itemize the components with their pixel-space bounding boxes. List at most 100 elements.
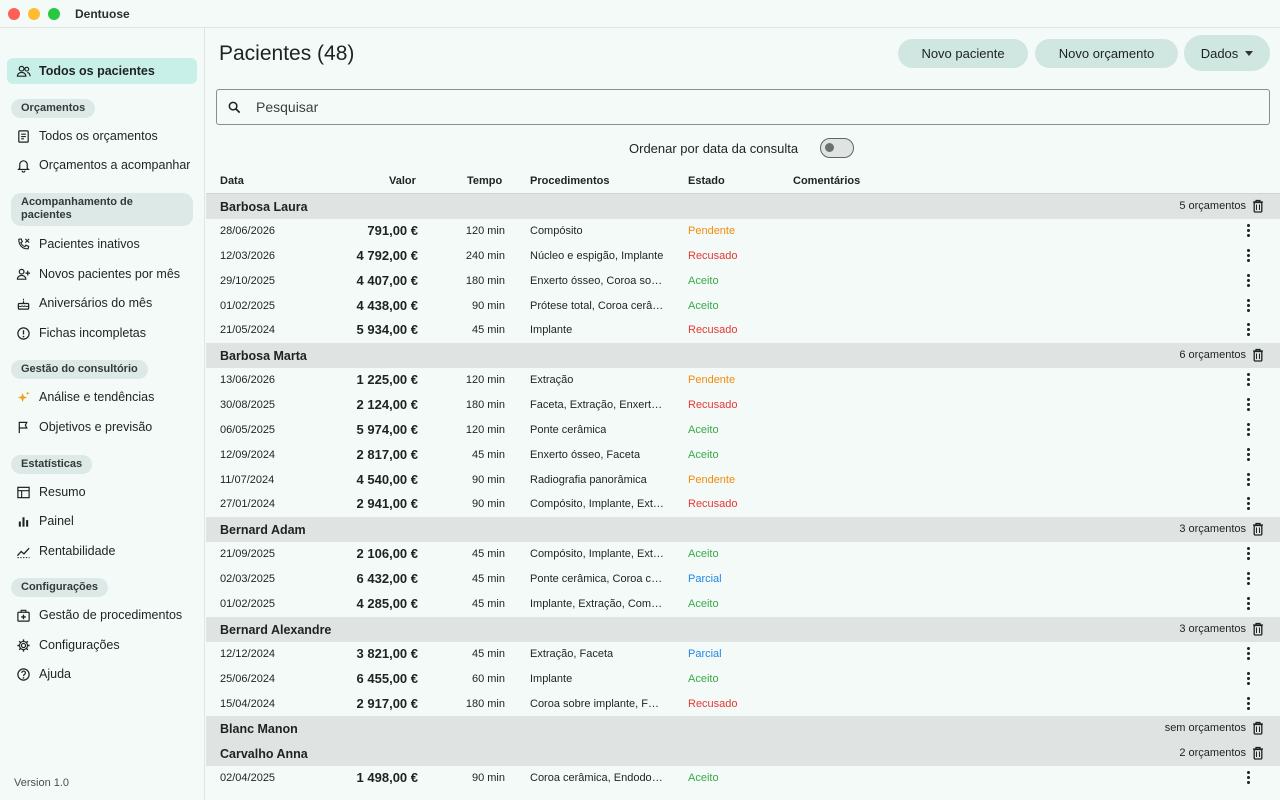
table-row[interactable]: 27/01/2024 2 941,00 € 90 min Compósito, Imp… — [206, 492, 1280, 517]
patient-name[interactable]: Blanc Manon — [220, 722, 298, 736]
sidebar-item-label: Orçamentos a acompanhar — [39, 158, 191, 172]
cell-time: 120 min — [465, 374, 505, 387]
column-state[interactable]: Estado — [688, 175, 725, 187]
patient-group-header[interactable]: Carvalho Anna 2 orçamentos — [206, 741, 1280, 767]
close-window-button[interactable] — [8, 8, 20, 20]
table-row[interactable]: 13/06/2026 1 225,00 € 120 min Extração Pende… — [206, 368, 1280, 393]
table-row[interactable]: 21/05/2024 5 934,00 € 45 min Implante Recusa… — [206, 318, 1280, 343]
trash-icon[interactable] — [1252, 622, 1264, 636]
sidebar-item-profitability[interactable]: Rentabilidade — [7, 538, 197, 564]
sidebar-item-objectives[interactable]: Objetivos e previsão — [7, 414, 197, 440]
more-options-icon[interactable] — [1246, 447, 1250, 462]
sidebar-item-birthdays[interactable]: Aniversários do mês — [7, 290, 197, 316]
sidebar-item-incomplete-records[interactable]: Fichas incompletas — [7, 320, 197, 346]
table-row[interactable]: 28/06/2026 791,00 € 120 min Compósito Penden… — [206, 219, 1280, 244]
sidebar-item-analysis[interactable]: Análise e tendências — [7, 384, 197, 410]
column-time[interactable]: Tempo — [467, 175, 502, 187]
patient-name[interactable]: Bernard Alexandre — [220, 623, 331, 637]
column-value[interactable]: Valor — [389, 175, 416, 187]
patient-group-header[interactable]: Bernard Alexandre 3 orçamentos — [206, 616, 1280, 642]
sidebar-item-new-patients[interactable]: Novos pacientes por mês — [7, 261, 197, 287]
table-row[interactable]: 29/10/2025 4 407,00 € 180 min Enxerto ósseo… — [206, 269, 1280, 294]
table-row[interactable]: 25/06/2024 6 455,00 € 60 min Implante Aceito — [206, 667, 1280, 692]
patient-name[interactable]: Bernard Adam — [220, 523, 306, 537]
sidebar-item-inactive-patients[interactable]: Pacientes inativos — [7, 231, 197, 257]
data-menu-button[interactable]: Dados — [1184, 35, 1270, 71]
more-options-icon[interactable] — [1246, 472, 1250, 487]
cell-value: 2 917,00 € — [356, 695, 418, 711]
more-options-icon[interactable] — [1246, 696, 1250, 711]
table-row[interactable]: 12/09/2024 2 817,00 € 45 min Enxerto ósseo,… — [206, 443, 1280, 468]
trash-icon[interactable] — [1252, 348, 1264, 362]
patient-group-header[interactable]: Barbosa Laura 5 orçamentos — [206, 194, 1280, 219]
table-row[interactable]: 11/07/2024 4 540,00 € 90 min Radiografia pa… — [206, 468, 1280, 493]
sidebar-item-all-quotes[interactable]: Todos os orçamentos — [7, 123, 197, 149]
table-row[interactable]: 30/08/2025 2 124,00 € 180 min Faceta, Extra… — [206, 393, 1280, 418]
table-row[interactable]: 02/04/2025 1 498,00 € 90 min Coroa cerâmica… — [206, 766, 1280, 791]
trash-icon[interactable] — [1252, 721, 1264, 735]
more-options-icon[interactable] — [1246, 398, 1250, 412]
sort-toggle[interactable] — [820, 138, 854, 158]
more-options-icon[interactable] — [1246, 497, 1250, 511]
patient-name[interactable]: Carvalho Anna — [220, 747, 308, 761]
sidebar-item-quotes-to-follow[interactable]: Orçamentos a acompanhar — [7, 152, 197, 178]
cell-value: 5 974,00 € — [356, 421, 418, 437]
sidebar-item-procedures[interactable]: Gestão de procedimentos — [7, 602, 197, 628]
patient-group-header[interactable]: Barbosa Marta 6 orçamentos — [206, 343, 1280, 369]
table-row[interactable]: 12/12/2024 3 821,00 € 45 min Extração, Face… — [206, 642, 1280, 667]
table-row[interactable]: 06/05/2025 5 974,00 € 120 min Ponte cerâmic… — [206, 418, 1280, 443]
minimize-window-button[interactable] — [28, 8, 40, 20]
trash-icon[interactable] — [1252, 746, 1264, 760]
cell-date: 13/06/2026 — [220, 374, 276, 387]
column-date[interactable]: Data — [220, 175, 244, 187]
table-row[interactable]: 21/09/2025 2 106,00 € 45 min Compósito, Imp… — [206, 542, 1280, 567]
sidebar-item-dashboard[interactable]: Painel — [7, 508, 197, 534]
table-row[interactable]: 01/02/2025 4 438,00 € 90 min Prótese total,… — [206, 294, 1280, 319]
more-options-icon[interactable] — [1246, 422, 1250, 437]
sidebar-item-label: Pacientes inativos — [39, 237, 140, 251]
more-options-icon[interactable] — [1246, 596, 1250, 611]
sidebar-item-summary[interactable]: Resumo — [7, 479, 197, 505]
more-options-icon[interactable] — [1246, 547, 1250, 561]
patient-group-header[interactable]: Blanc Manon sem orçamentos — [206, 716, 1280, 742]
trash-icon[interactable] — [1252, 199, 1264, 213]
patient-name[interactable]: Barbosa Marta — [220, 349, 307, 363]
more-options-icon[interactable] — [1246, 224, 1250, 238]
more-options-icon[interactable] — [1246, 248, 1250, 263]
sidebar-item-settings[interactable]: Configurações — [7, 632, 197, 658]
more-options-icon[interactable] — [1246, 323, 1250, 337]
search-field[interactable] — [216, 89, 1270, 125]
trash-icon[interactable] — [1252, 522, 1264, 536]
sidebar-item-help[interactable]: Ajuda — [7, 661, 197, 687]
cell-date: 01/02/2025 — [220, 597, 276, 610]
cell-procedures: Compósito, Implante, Extração — [530, 548, 665, 561]
search-input[interactable] — [256, 99, 1156, 115]
phone-icon — [7, 237, 39, 252]
patient-name[interactable]: Barbosa Laura — [220, 200, 308, 214]
sidebar-item-label: Objetivos e previsão — [39, 420, 153, 434]
table-row[interactable]: 15/04/2024 2 917,00 € 180 min Coroa sobre i… — [206, 692, 1280, 717]
more-options-icon[interactable] — [1246, 671, 1250, 686]
new-patient-button[interactable]: Novo paciente — [898, 39, 1028, 68]
cell-state: Aceito — [688, 448, 719, 461]
table-row[interactable]: 12/03/2026 4 792,00 € 240 min Núcleo e espi… — [206, 244, 1280, 269]
more-options-icon[interactable] — [1246, 298, 1250, 313]
more-options-icon[interactable] — [1246, 771, 1250, 785]
table-row[interactable]: 02/03/2025 6 432,00 € 45 min Ponte cerâmica… — [206, 567, 1280, 592]
zoom-window-button[interactable] — [48, 8, 60, 20]
sidebar-item-all-patients[interactable]: Todos os pacientes — [7, 58, 197, 84]
cell-date: 12/12/2024 — [220, 647, 276, 660]
new-quote-button[interactable]: Novo orçamento — [1035, 39, 1178, 68]
column-comments[interactable]: Comentários — [793, 175, 860, 187]
more-options-icon[interactable] — [1246, 373, 1250, 387]
more-options-icon[interactable] — [1246, 572, 1250, 586]
cell-date: 15/04/2024 — [220, 697, 276, 710]
patient-group-header[interactable]: Bernard Adam 3 orçamentos — [206, 517, 1280, 543]
column-procedures[interactable]: Procedimentos — [530, 175, 609, 187]
cell-date: 21/09/2025 — [220, 548, 276, 561]
more-options-icon[interactable] — [1246, 273, 1250, 288]
table-row[interactable]: 01/02/2025 4 285,00 € 45 min Implante, Extr… — [206, 592, 1280, 617]
cell-date: 27/01/2024 — [220, 498, 276, 511]
flag-icon — [7, 420, 39, 435]
more-options-icon[interactable] — [1246, 646, 1250, 661]
